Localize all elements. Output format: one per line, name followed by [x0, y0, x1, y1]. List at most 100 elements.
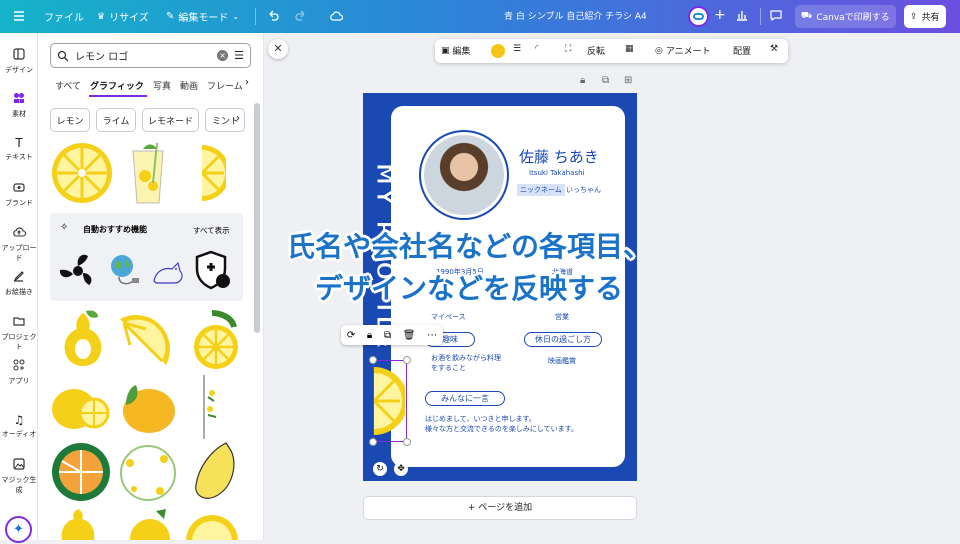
graphic-watermelon-orange[interactable] — [50, 441, 112, 503]
resize-handle[interactable] — [403, 438, 411, 446]
design-title[interactable]: 青 白 シンプル 自己紹介 チラシ A4 — [504, 9, 647, 22]
undo-icon — [269, 10, 279, 21]
comment-button[interactable] — [769, 8, 783, 22]
paint-roller-icon: ⚒ — [770, 44, 779, 54]
graphic-lemon-bottom-1[interactable] — [58, 509, 98, 540]
menu-icon[interactable] — [12, 9, 26, 23]
chip-lemonade[interactable]: レモネード — [142, 108, 199, 132]
rail-projects[interactable]: プロジェクト — [0, 314, 38, 352]
resize-handle[interactable] — [403, 356, 411, 364]
animate-button[interactable]: ◎ アニメート — [655, 44, 711, 58]
fill-color-button[interactable] — [491, 44, 505, 58]
left-rail: デザイン 素材 T テキスト ブランド アップロード お絵描き プロジェクト ア… — [0, 33, 38, 543]
chip-lemon[interactable]: レモン — [50, 108, 90, 132]
file-menu[interactable]: ファイル — [44, 9, 84, 24]
avatar[interactable] — [688, 6, 709, 27]
duplicate-icon[interactable]: ⧉ — [384, 330, 391, 341]
graphic-lemon-with-leaf[interactable] — [182, 309, 242, 373]
flip-button[interactable]: 反転 — [587, 44, 605, 57]
ai-edit-icon[interactable]: ⟳ — [347, 330, 355, 341]
job-value: 営業 — [555, 313, 569, 321]
curve-icon: ◜ — [535, 44, 539, 54]
selected-lemon-graphic[interactable] — [372, 360, 408, 442]
resize-handle[interactable] — [369, 356, 377, 364]
magic-assistant-button[interactable]: ✦ — [5, 516, 32, 543]
lock-icon[interactable]: 🔒︎ — [367, 330, 372, 341]
rail-draw[interactable]: お絵描き — [0, 269, 38, 297]
rail-magic[interactable]: マジック生成 — [0, 457, 38, 495]
rail-design[interactable]: デザイン — [0, 47, 38, 75]
cloud-save-button[interactable] — [329, 9, 343, 23]
corner-rounding-button[interactable]: ◜ — [535, 44, 539, 54]
border-style-button[interactable]: ☰ — [513, 44, 521, 54]
graphic-lemon-wreath[interactable] — [116, 441, 180, 505]
copy-style-button[interactable]: ⚒ — [770, 44, 778, 54]
magic-image-icon — [13, 458, 25, 470]
page-add-icon[interactable]: ⊞ — [624, 75, 632, 86]
truck-icon: ⛟ — [801, 11, 813, 21]
brand-icon — [13, 183, 25, 192]
rail-apps[interactable]: アプリ — [0, 358, 38, 386]
add-page-button[interactable]: + ページを追加 — [363, 496, 637, 520]
add-collaborator-button[interactable]: + — [714, 7, 726, 23]
page-duplicate-icon[interactable]: ⧉ — [602, 75, 609, 86]
redo-button[interactable] — [294, 9, 308, 23]
rail-audio[interactable]: ♫ オーディオ — [0, 413, 38, 439]
graphic-shield-plus[interactable] — [191, 249, 233, 295]
clear-icon[interactable]: × — [217, 50, 229, 61]
graphic-lemon-outline[interactable] — [188, 439, 240, 503]
chips-next-icon[interactable]: › — [236, 113, 240, 124]
pencil-icon: ✎ — [166, 11, 175, 22]
graphic-lemon-whole[interactable] — [116, 377, 178, 437]
search-input[interactable]: レモン ロゴ × ☰ — [50, 43, 251, 68]
chip-lime[interactable]: ライム — [96, 108, 136, 132]
crop-button[interactable]: ⛶ — [565, 44, 571, 54]
more-icon[interactable]: ⋯ — [427, 330, 437, 341]
tab-photos[interactable]: 写真 — [153, 79, 171, 92]
share-button[interactable]: ⇪ 共有 — [904, 5, 946, 28]
undo-button[interactable] — [266, 9, 280, 23]
graphic-cat-line[interactable] — [148, 251, 188, 295]
rotate-handle[interactable]: ↻ — [373, 462, 387, 476]
graphic-lemonade-glass[interactable] — [123, 141, 173, 205]
edit-image-button[interactable]: ▣ 編集 — [441, 44, 471, 58]
resize-handle[interactable] — [369, 438, 377, 446]
message-line-1: はじめまして、いつきと申します。 — [425, 415, 536, 423]
arrange-button[interactable]: 配置 — [733, 44, 751, 57]
filter-icon[interactable]: ☰ — [234, 49, 244, 62]
print-button[interactable]: ⛟ Canvaで印刷する — [795, 5, 896, 28]
graphic-lemon-half[interactable] — [200, 141, 230, 205]
graphic-fan-blade[interactable] — [58, 251, 98, 295]
tab-all[interactable]: すべて — [55, 79, 81, 92]
move-handle[interactable]: ✥ — [394, 462, 408, 476]
close-panel-button[interactable]: ✕ — [268, 39, 288, 59]
tab-frames[interactable]: フレーム — [207, 79, 243, 92]
rail-elements[interactable]: 素材 — [0, 91, 38, 119]
resize-button[interactable]: ♛ リサイズ — [97, 9, 149, 25]
graphic-lemon-pair[interactable] — [50, 379, 110, 435]
tabs-next-icon[interactable]: › — [245, 77, 249, 88]
checker-icon: ▦ — [625, 44, 634, 54]
graphic-lemon-bottom-3[interactable] — [184, 511, 240, 544]
holiday-value: 映画鑑賞 — [548, 357, 576, 365]
panel-scrollbar[interactable] — [254, 103, 260, 333]
element-toolbar: ⟳ 🔒︎ ⧉ 🗑︎ ⋯ — [341, 325, 443, 345]
rail-text[interactable]: T テキスト — [0, 136, 38, 162]
trash-icon[interactable]: 🗑︎ — [403, 330, 416, 341]
graphic-lemon-slices[interactable] — [114, 309, 178, 373]
transparency-button[interactable]: ▦ — [625, 44, 634, 54]
graphic-lemon-branch[interactable] — [202, 375, 226, 439]
insights-button[interactable] — [735, 8, 749, 22]
page-lock-icon[interactable]: 🔒︎ — [580, 75, 585, 86]
edit-mode-dropdown[interactable]: ✎ 編集モード ⌄ — [166, 9, 239, 24]
graphic-lemon-wedge-outline[interactable] — [56, 309, 110, 373]
see-all-link[interactable]: すべて表示 — [193, 225, 230, 236]
graphic-earth-plug[interactable] — [105, 251, 145, 295]
graphic-lemon-bottom-2[interactable] — [126, 509, 176, 544]
tab-graphics[interactable]: グラフィック — [90, 79, 144, 92]
rail-upload[interactable]: アップロード — [0, 225, 38, 263]
caption-line-1: 氏名や会社名などの各項目、 — [286, 230, 651, 263]
rail-brand[interactable]: ブランド — [0, 180, 38, 208]
graphic-lemon-slice[interactable] — [50, 141, 114, 205]
tab-videos[interactable]: 動画 — [180, 79, 198, 92]
